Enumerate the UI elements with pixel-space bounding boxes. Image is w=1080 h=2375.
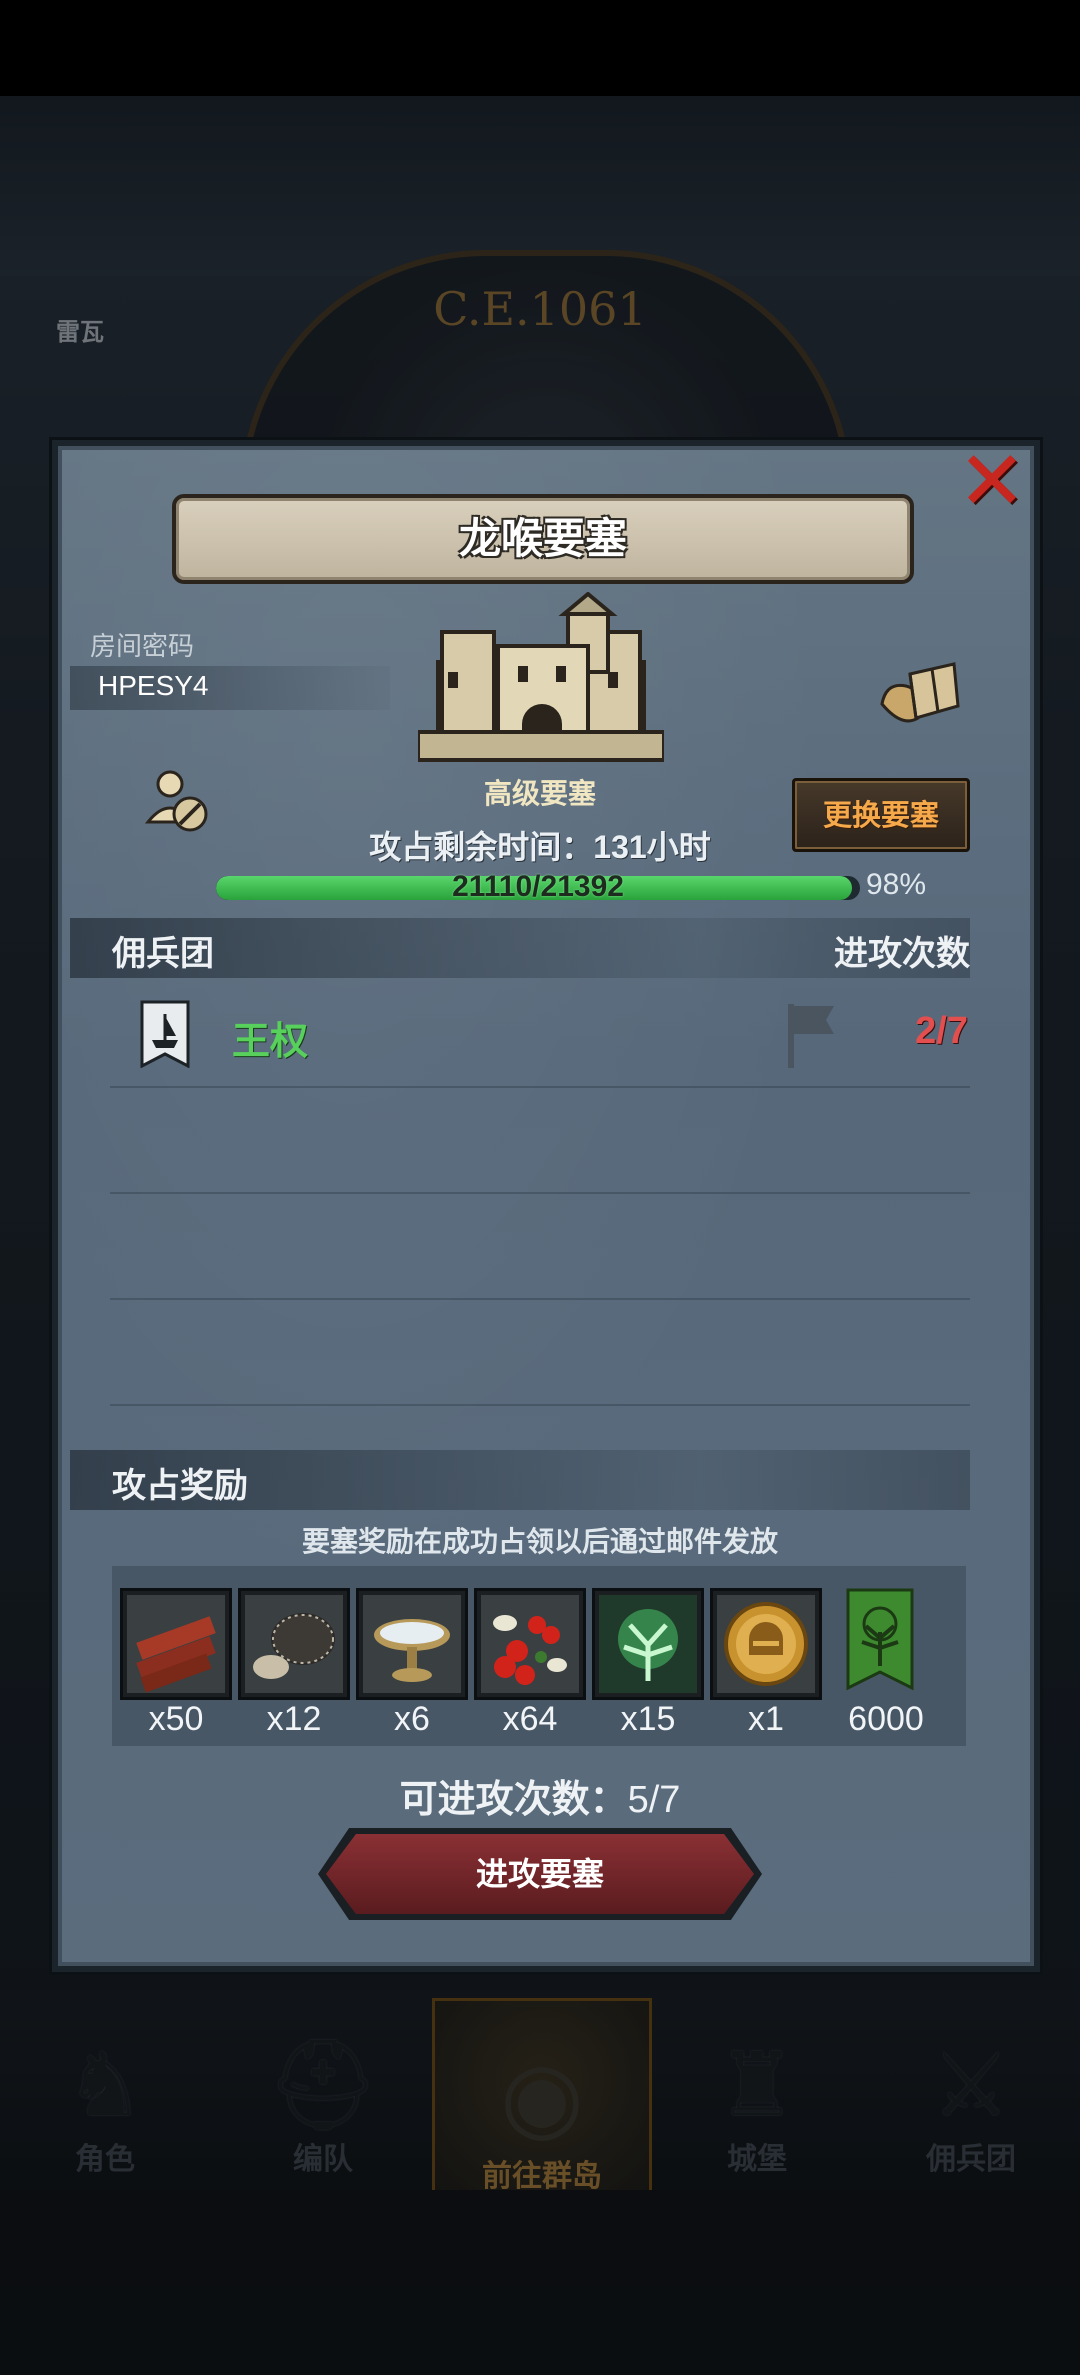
row-divider: [110, 1298, 970, 1300]
row-divider: [110, 1086, 970, 1088]
flag-icon: [788, 1004, 834, 1068]
red-berries-icon: [481, 1595, 579, 1693]
progress-percent: 98%: [866, 868, 927, 901]
reward-quantity: x6: [394, 1700, 430, 1738]
reward-item[interactable]: [474, 1588, 586, 1700]
reward-item[interactable]: [592, 1588, 704, 1700]
close-button[interactable]: ✕: [952, 441, 1032, 523]
dialog-title: 龙喉要塞: [172, 494, 914, 584]
green-tree-spirit-icon: [599, 1595, 697, 1693]
room-code-value: HPESY4: [98, 670, 209, 701]
silver-chalice-icon: [363, 1595, 461, 1693]
reward-quantity: 6000: [848, 1700, 924, 1738]
room-code-label: 房间密码: [90, 632, 195, 662]
remaining-time-value: 131: [593, 829, 647, 865]
fortress-image: [418, 592, 664, 762]
stone-ore-icon: [245, 1595, 343, 1693]
reward-item[interactable]: [710, 1588, 822, 1700]
reward-item[interactable]: [356, 1588, 468, 1700]
attack-fortress-button[interactable]: 进攻要塞: [326, 1834, 754, 1914]
reward-header: 攻占奖励: [112, 1466, 248, 1506]
remaining-time-unit: 小时: [646, 828, 711, 866]
reward-note: 要塞奖励在成功占领以后通过邮件发放: [301, 1525, 778, 1558]
reward-quantity: x12: [266, 1700, 322, 1738]
wood-planks-icon: [127, 1595, 225, 1693]
green-tree-banner-icon: [846, 1588, 914, 1691]
remaining-time-label: 攻占剩余时间：: [369, 828, 594, 866]
remaining-time: 攻占剩余时间：131小时: [0, 822, 1080, 868]
close-icon: ✕: [957, 434, 1027, 529]
status-bar: [0, 0, 1080, 96]
available-attacks-value: 5/7: [627, 1779, 681, 1821]
progress-value: 21110/21392: [452, 870, 624, 903]
gold-helmet-medal-icon: [717, 1595, 815, 1693]
row-divider: [110, 1404, 970, 1406]
reward-quantity: x15: [620, 1700, 676, 1738]
available-attacks: 可进攻次数：5/7: [0, 1768, 1080, 1823]
ship-banner-icon: [140, 1000, 190, 1068]
reward-quantity: x1: [748, 1700, 784, 1738]
mercenary-attack-count: 2/7: [915, 1010, 968, 1052]
reward-quantity: x64: [502, 1700, 558, 1738]
reward-item[interactable]: [846, 1588, 914, 1694]
reward-item[interactable]: [238, 1588, 350, 1700]
resource-crate-icon[interactable]: [876, 660, 962, 730]
mercenary-name[interactable]: 王权: [232, 1010, 308, 1065]
mercenary-header: 佣兵团: [112, 934, 214, 974]
row-divider: [110, 1192, 970, 1194]
reward-item[interactable]: [120, 1588, 232, 1700]
available-attacks-label: 可进攻次数：: [399, 1777, 628, 1821]
attack-count-header: 进攻次数: [834, 934, 970, 974]
reward-quantity: x50: [148, 1700, 204, 1738]
